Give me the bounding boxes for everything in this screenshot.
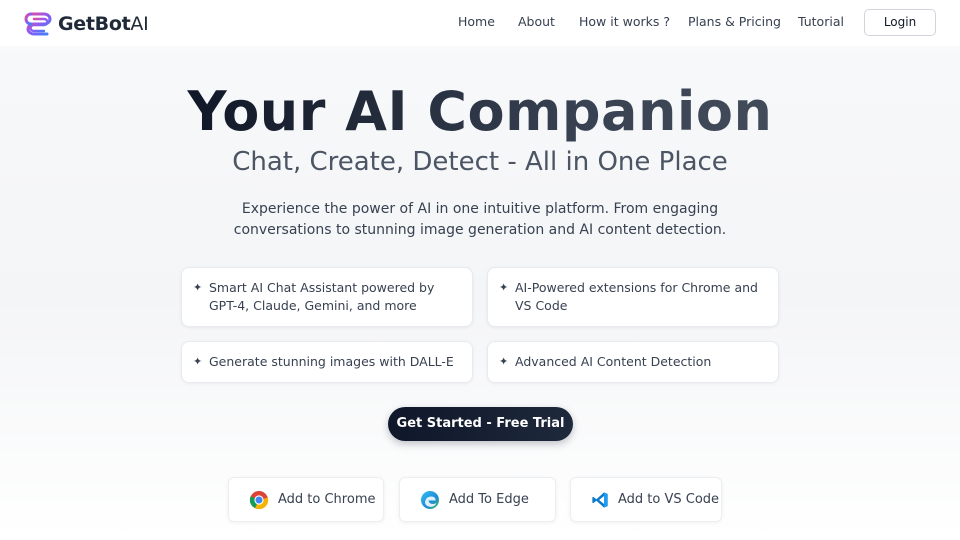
hero-description: Experience the power of AI in one intuit… bbox=[233, 201, 727, 238]
feature-card-extensions: ✦ AI-Powered extensions for Chrome and V… bbox=[487, 267, 779, 327]
nav-how-it-works[interactable]: How it works ? bbox=[579, 14, 670, 29]
add-to-edge-button[interactable]: Add To Edge bbox=[399, 477, 556, 522]
sparkle-icon: ✦ bbox=[499, 281, 509, 294]
feature-card-images: ✦ Generate stunning images with DALL-E bbox=[181, 341, 473, 383]
sparkle-icon: ✦ bbox=[499, 355, 509, 368]
sparkle-icon: ✦ bbox=[193, 281, 203, 294]
feature-text: AI-Powered extensions for Chrome and VS … bbox=[515, 280, 758, 313]
edge-icon bbox=[421, 490, 439, 509]
vscode-icon bbox=[592, 491, 608, 508]
sparkle-icon: ✦ bbox=[193, 355, 203, 368]
nav-plans-pricing[interactable]: Plans & Pricing bbox=[688, 14, 781, 29]
nav-tutorial[interactable]: Tutorial bbox=[798, 14, 844, 29]
nav-links: Home About How it works ? Plans & Pricin… bbox=[0, 14, 960, 32]
get-started-button[interactable]: Get Started - Free Trial bbox=[388, 407, 573, 441]
add-to-edge-label: Add To Edge bbox=[449, 492, 529, 507]
hero-subtitle: Chat, Create, Detect - All in One Place bbox=[232, 147, 728, 177]
hero-title: Your AI Companion bbox=[0, 80, 960, 143]
top-navbar: GetBotAI Home About How it works ? Plans… bbox=[0, 0, 960, 46]
feature-card-chat: ✦ Smart AI Chat Assistant powered by GPT… bbox=[181, 267, 473, 327]
nav-home[interactable]: Home bbox=[458, 14, 495, 29]
feature-card-detection: ✦ Advanced AI Content Detection bbox=[487, 341, 779, 383]
feature-text: Generate stunning images with DALL-E bbox=[209, 354, 454, 369]
login-button[interactable]: Login bbox=[864, 9, 936, 36]
chrome-icon bbox=[249, 490, 269, 509]
add-to-chrome-button[interactable]: Add to Chrome bbox=[228, 477, 384, 522]
feature-text: Advanced AI Content Detection bbox=[515, 354, 712, 369]
add-to-chrome-label: Add to Chrome bbox=[278, 492, 376, 507]
feature-text: Smart AI Chat Assistant powered by GPT-4… bbox=[209, 280, 435, 313]
add-to-vscode-label: Add to VS Code bbox=[618, 492, 720, 507]
nav-about[interactable]: About bbox=[518, 14, 555, 29]
add-to-vscode-button[interactable]: Add to VS Code bbox=[570, 477, 722, 522]
